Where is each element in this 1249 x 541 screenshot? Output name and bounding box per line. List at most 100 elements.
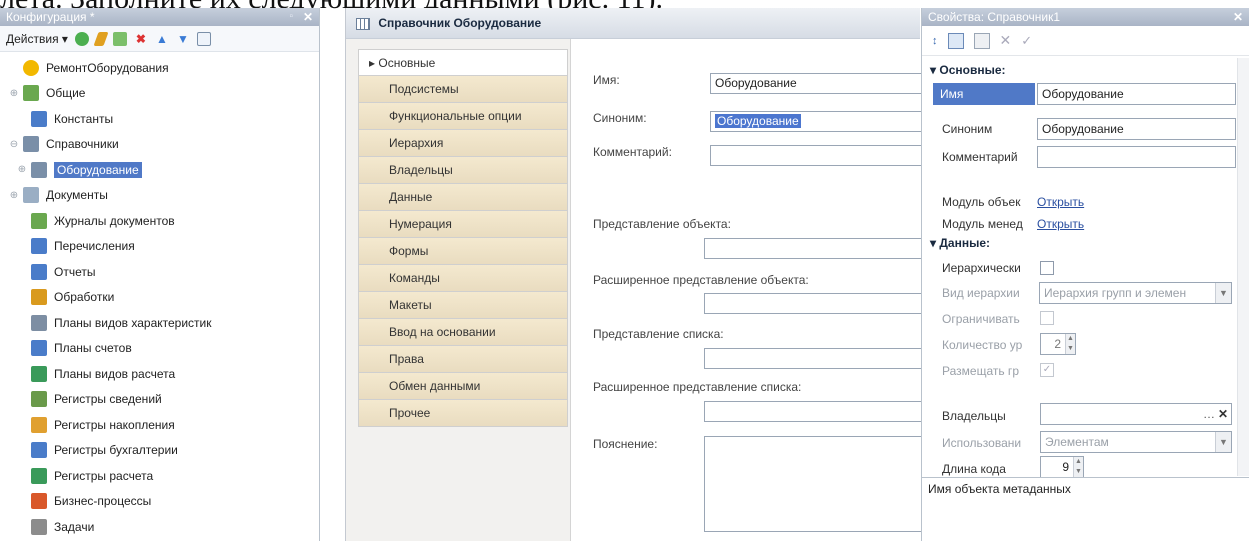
extended-object-representation-label: Расширенное представление объекта: xyxy=(593,273,809,287)
move-down-icon[interactable]: ▼ xyxy=(176,32,190,46)
explanation-field[interactable] xyxy=(704,436,922,532)
synonym-property-field[interactable]: Оборудование xyxy=(1037,118,1236,140)
hierarchical-checkbox[interactable] xyxy=(1040,261,1054,275)
delete-icon[interactable]: ✖ xyxy=(134,32,148,46)
clear-icon[interactable]: ✕ xyxy=(1000,32,1012,49)
name-field[interactable]: Оборудование xyxy=(710,73,922,94)
comment-field[interactable] xyxy=(710,145,922,166)
list-icon[interactable] xyxy=(196,31,211,46)
tab[interactable]: Подсистемы xyxy=(358,76,568,103)
object-module-open-link[interactable]: Открыть xyxy=(1037,195,1084,209)
categories-icon[interactable] xyxy=(947,32,964,49)
tree-item[interactable]: Задачи xyxy=(8,514,319,540)
levels-count-stepper[interactable]: 2 ▲ ▼ xyxy=(1040,333,1076,355)
chevron-down-icon: ▼ xyxy=(1215,432,1231,452)
apply-icon[interactable]: ✓ xyxy=(1021,33,1032,49)
tree-item[interactable]: Отчеты xyxy=(8,259,319,285)
constants-icon xyxy=(31,110,47,127)
tree-item[interactable]: Планы видов расчета xyxy=(8,361,319,387)
place-groups-checkbox[interactable]: ✓ xyxy=(1040,363,1054,377)
list-representation-field[interactable] xyxy=(704,348,922,369)
owners-field[interactable]: … ✕ xyxy=(1040,403,1232,425)
tree-item-label: Оборудование xyxy=(54,161,142,178)
properties-scrollbar[interactable] xyxy=(1237,58,1249,476)
expand-icon[interactable]: ⊕ xyxy=(16,164,28,176)
name-property-label: Имя xyxy=(933,83,1035,105)
tree-item[interactable]: ⊕ Документы xyxy=(8,183,319,209)
extended-list-representation-field[interactable] xyxy=(704,401,922,422)
tab[interactable]: Ввод на основании xyxy=(358,319,568,346)
expand-icon[interactable]: ⊕ xyxy=(8,87,20,99)
calculation-types-icon xyxy=(31,365,47,382)
hierarchy-type-select[interactable]: Иерархия групп и элемен ▼ xyxy=(1039,282,1232,304)
tab[interactable]: Функциональные опции xyxy=(358,103,568,130)
clear-field-icon[interactable]: ✕ xyxy=(1218,404,1228,424)
object-representation-field[interactable] xyxy=(704,238,922,259)
tab[interactable]: Нумерация xyxy=(358,211,568,238)
comment-property-field[interactable] xyxy=(1037,146,1236,168)
properties-panel-title: Свойства: Справочник1 ✕ xyxy=(922,8,1249,26)
move-up-icon[interactable]: ▲ xyxy=(155,32,169,46)
add-icon[interactable] xyxy=(74,31,89,46)
tree-item[interactable]: Журналы документов xyxy=(8,208,319,234)
pin-icon[interactable]: ▫ xyxy=(289,8,293,26)
expand-icon[interactable]: ⊕ xyxy=(8,189,20,201)
tab[interactable]: Команды xyxy=(358,265,568,292)
tree-item[interactable]: Обработки xyxy=(8,285,319,311)
tree-item[interactable]: Регистры сведений xyxy=(8,387,319,413)
tab[interactable]: Прочее xyxy=(358,400,568,427)
tree-item[interactable]: Регистры бухгалтерии xyxy=(8,438,319,464)
tab[interactable]: Права xyxy=(358,346,568,373)
name-property-field[interactable]: Оборудование xyxy=(1037,83,1236,105)
tree-item[interactable]: Перечисления xyxy=(8,234,319,260)
tree-item-label: Журналы документов xyxy=(54,213,175,228)
tab-label: Основные xyxy=(378,56,436,70)
section-data-label: Данные: xyxy=(939,236,990,250)
tab[interactable]: Иерархия xyxy=(358,130,568,157)
spinner-icon: ▲ ▼ xyxy=(1073,457,1083,477)
configuration-panel: Конфигурация * ▫ ✕ Действия ▾ ✖ ▲ ▼ Ремо… xyxy=(0,8,320,541)
tree-item[interactable]: Планы видов характеристик xyxy=(8,310,319,336)
sort-icon[interactable]: ↕ xyxy=(932,35,938,47)
code-length-stepper[interactable]: 9 ▲ ▼ xyxy=(1040,456,1084,478)
tree-item[interactable]: Регистры накопления xyxy=(8,412,319,438)
limit-levels-checkbox[interactable] xyxy=(1040,311,1054,325)
actions-menu[interactable]: Действия ▾ xyxy=(6,32,68,46)
usage-label: Использовани xyxy=(942,436,1022,450)
tree-item[interactable]: ⊕ Общие xyxy=(8,81,319,107)
synonym-field[interactable]: Оборудование xyxy=(710,111,922,132)
tree-item[interactable]: ⊖ Справочники xyxy=(8,132,319,158)
close-icon[interactable]: ✕ xyxy=(303,8,313,26)
tab[interactable]: Формы xyxy=(358,238,568,265)
extended-object-representation-field[interactable] xyxy=(704,293,922,314)
section-main[interactable]: ▾ Основные: xyxy=(930,63,1006,77)
tree-item-label: Обработки xyxy=(54,290,115,305)
manager-module-open-link[interactable]: Открыть xyxy=(1037,217,1084,231)
tab[interactable]: ▸ Основные xyxy=(358,49,568,76)
collapse-icon[interactable]: ⊖ xyxy=(8,138,20,150)
tree-item-label: Перечисления xyxy=(54,239,135,254)
section-data[interactable]: ▾ Данные: xyxy=(930,236,990,250)
tab[interactable]: Обмен данными xyxy=(358,373,568,400)
choose-icon[interactable]: … xyxy=(1203,404,1215,424)
tree-item[interactable]: РемонтОборудования xyxy=(8,55,319,81)
tab[interactable]: Владельцы xyxy=(358,157,568,184)
tree-item[interactable]: Регистры расчета xyxy=(8,463,319,489)
usage-select[interactable]: Элементам ▼ xyxy=(1040,431,1232,453)
alphabetical-icon[interactable] xyxy=(973,32,990,49)
close-icon[interactable]: ✕ xyxy=(1233,8,1243,26)
tree-item[interactable]: Бизнес-процессы xyxy=(8,489,319,515)
tree-item[interactable]: Константы xyxy=(8,106,319,132)
tab[interactable]: Макеты xyxy=(358,292,568,319)
tree-item[interactable]: ⊕ Оборудование xyxy=(8,157,319,183)
copy-icon[interactable] xyxy=(112,31,127,46)
tree-item[interactable]: Планы счетов xyxy=(8,336,319,362)
edit-icon[interactable] xyxy=(93,31,109,46)
tab[interactable]: Данные xyxy=(358,184,568,211)
tree-item-label: Документы xyxy=(46,188,108,203)
properties-toolbar: ↕ ✕ ✓ xyxy=(922,26,1249,56)
